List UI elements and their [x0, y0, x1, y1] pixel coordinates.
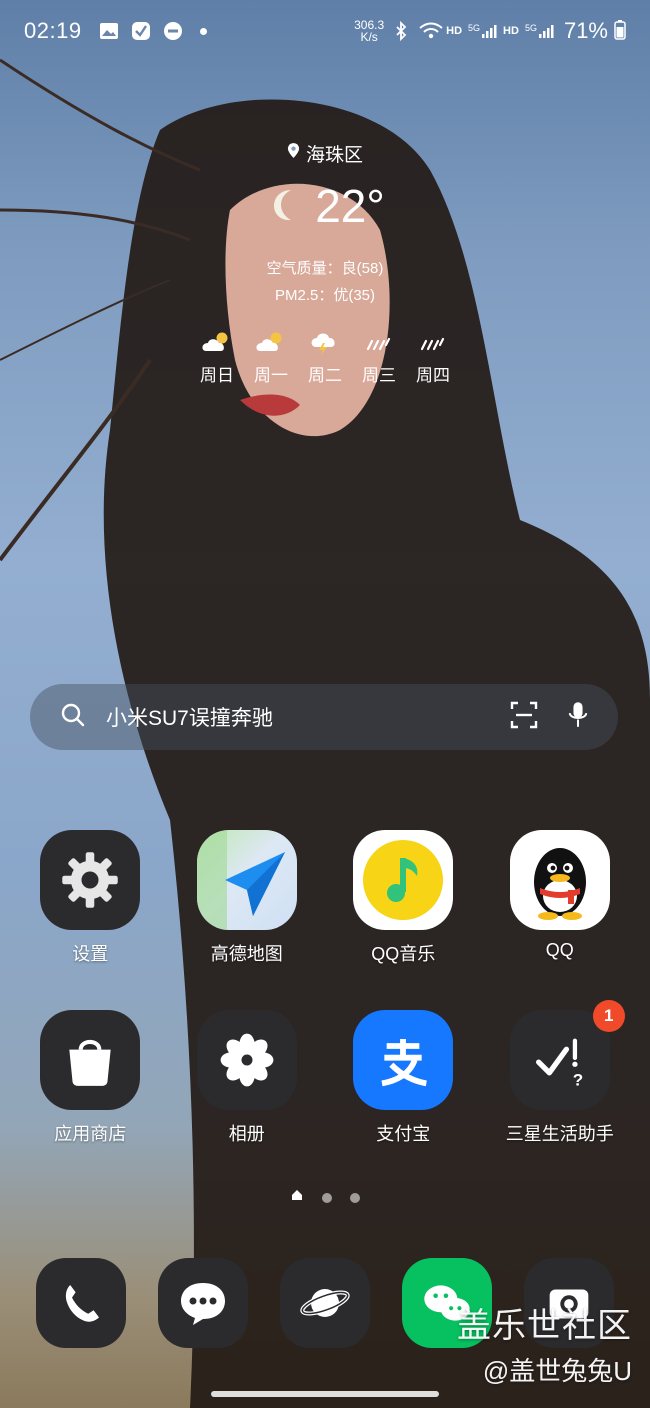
alipay-icon[interactable] [353, 1010, 454, 1110]
app-row-1: 设置 高德地图 QQ音乐 QQ [0, 830, 650, 1010]
samsung-assistant-icon[interactable]: ? [509, 1010, 610, 1110]
weather-widget[interactable]: 海珠区 22° 空气质量：良(58) PM2.5：优(35) 周日 周一 周二 … [0, 140, 650, 386]
qqmusic-icon[interactable] [353, 830, 454, 930]
microphone-icon[interactable] [568, 701, 588, 734]
app-qq[interactable]: QQ [485, 830, 635, 1010]
rain-icon [420, 337, 445, 351]
svg-text:?: ? [573, 1071, 583, 1090]
forecast-row: 周日 周一 周二 周三 周四 [0, 329, 650, 386]
app-amap[interactable]: 高德地图 [172, 830, 322, 1010]
check-icon [130, 20, 152, 42]
app-grid: 设置 高德地图 QQ音乐 QQ 应用商店 相册 支付宝 ? 1 三星生活助手 [0, 830, 650, 1190]
signal-1: 5G [468, 23, 497, 39]
app-qqmusic[interactable]: QQ音乐 [328, 830, 478, 1010]
app-alipay[interactable]: 支付宝 [328, 1010, 478, 1190]
search-input[interactable]: 小米SU7误撞奔驰 [106, 702, 273, 732]
dnd-icon [162, 20, 184, 42]
page-indicator[interactable] [0, 1188, 650, 1207]
home-page-icon[interactable] [290, 1188, 304, 1207]
app-row-2: 应用商店 相册 支付宝 ? 1 三星生活助手 [0, 1000, 650, 1190]
forecast-day: 周日 [200, 329, 234, 386]
cloud-sun-icon [256, 332, 282, 351]
net-speed: 306.3 K/s [354, 18, 385, 44]
qq-icon[interactable] [509, 830, 610, 930]
dot-icon [199, 27, 207, 35]
app-settings[interactable]: 设置 [15, 830, 165, 1010]
page-dot[interactable] [322, 1192, 332, 1203]
gallery-app-icon[interactable] [196, 1010, 297, 1110]
pm25: PM2.5：优(35) [274, 287, 376, 304]
gallery-icon [98, 20, 120, 42]
bluetooth-icon [390, 20, 412, 42]
app-label: 高德地图 [210, 944, 283, 964]
messages-icon[interactable] [158, 1258, 248, 1348]
page-dot[interactable] [350, 1192, 360, 1203]
watermark-title: 盖乐世社区 [457, 1307, 632, 1345]
battery-percent: 71% [563, 18, 608, 43]
temperature: 22° [315, 180, 385, 232]
scan-icon[interactable] [510, 701, 538, 734]
battery-icon [614, 19, 626, 44]
app-label: 设置 [72, 944, 109, 964]
settings-icon[interactable] [40, 830, 141, 930]
app-label: 三星生活助手 [505, 1124, 614, 1144]
wifi-icon [418, 20, 443, 42]
search-icon [60, 702, 86, 733]
app-store[interactable]: 应用商店 [15, 1010, 165, 1190]
location-pin-icon [287, 142, 300, 165]
app-label: QQ音乐 [371, 944, 436, 964]
app-label: 应用商店 [54, 1124, 127, 1144]
forecast-day: 周四 [416, 329, 450, 386]
weather-location: 海珠区 [0, 140, 650, 167]
app-label: 支付宝 [376, 1124, 431, 1144]
forecast-day: 周二 [308, 329, 342, 386]
forecast-day: 周三 [362, 329, 396, 386]
app-gallery[interactable]: 相册 [172, 1010, 322, 1190]
hd-label-2: HD [503, 25, 519, 37]
app-samsung-assistant[interactable]: ? 1 三星生活助手 [485, 1000, 635, 1190]
hd-label-1: HD [446, 25, 463, 37]
store-icon[interactable] [40, 1010, 141, 1110]
status-bar: 02:19 306.3 K/s HD 5G HD 5G 71% [0, 0, 650, 62]
signal-2: 5G [525, 23, 554, 39]
notification-badge: 1 [592, 1000, 625, 1032]
app-label: 相册 [228, 1124, 265, 1144]
thunder-icon [311, 333, 335, 355]
phone-icon[interactable] [36, 1258, 126, 1348]
amap-icon[interactable] [196, 830, 297, 930]
status-time: 02:19 [24, 18, 82, 43]
search-bar[interactable]: 小米SU7误撞奔驰 [30, 684, 618, 750]
moon-icon [265, 184, 305, 229]
watermark: 盖乐世社区 @盖世兔兔U [457, 1298, 632, 1388]
rain-icon [366, 337, 391, 351]
watermark-user: @盖世兔兔U [482, 1356, 632, 1386]
gesture-handle[interactable] [211, 1391, 439, 1397]
air-quality: 空气质量：良(58) [266, 260, 384, 277]
app-label: QQ [545, 940, 574, 960]
cloud-sun-icon [202, 332, 228, 351]
browser-icon[interactable] [280, 1258, 370, 1348]
forecast-day: 周一 [254, 329, 288, 386]
